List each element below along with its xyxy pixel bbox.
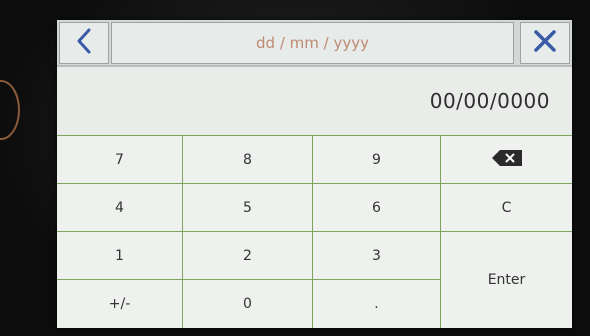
enter-button[interactable]: Enter [441,232,572,328]
date-format-title: dd / mm / yyyy [111,22,514,64]
key-1[interactable]: 1 [57,232,183,280]
key-5[interactable]: 5 [183,184,313,232]
key-7[interactable]: 7 [57,136,183,184]
plus-minus-button[interactable]: +/- [57,280,183,328]
key-2[interactable]: 2 [183,232,313,280]
clear-button[interactable]: C [441,184,572,232]
numeric-keypad: 7 8 9 4 5 6 C 1 2 3 Enter +/- 0 . [57,136,572,328]
date-value: 00/00/0000 [429,89,550,113]
title-bar: dd / mm / yyyy [57,20,572,67]
chevron-left-icon [76,28,92,58]
key-4[interactable]: 4 [57,184,183,232]
close-button[interactable] [520,22,570,64]
key-3[interactable]: 3 [313,232,441,280]
back-button[interactable] [59,22,109,64]
date-display: 00/00/0000 [57,67,572,136]
key-8[interactable]: 8 [183,136,313,184]
key-9[interactable]: 9 [313,136,441,184]
key-0[interactable]: 0 [183,280,313,328]
touch-screen: dd / mm / yyyy 00/00/0000 7 8 9 4 5 6 C … [57,20,572,328]
backspace-button[interactable] [441,136,572,184]
key-6[interactable]: 6 [313,184,441,232]
decimal-point-button[interactable]: . [313,280,441,328]
close-icon [534,30,556,56]
backspace-icon [491,149,522,170]
